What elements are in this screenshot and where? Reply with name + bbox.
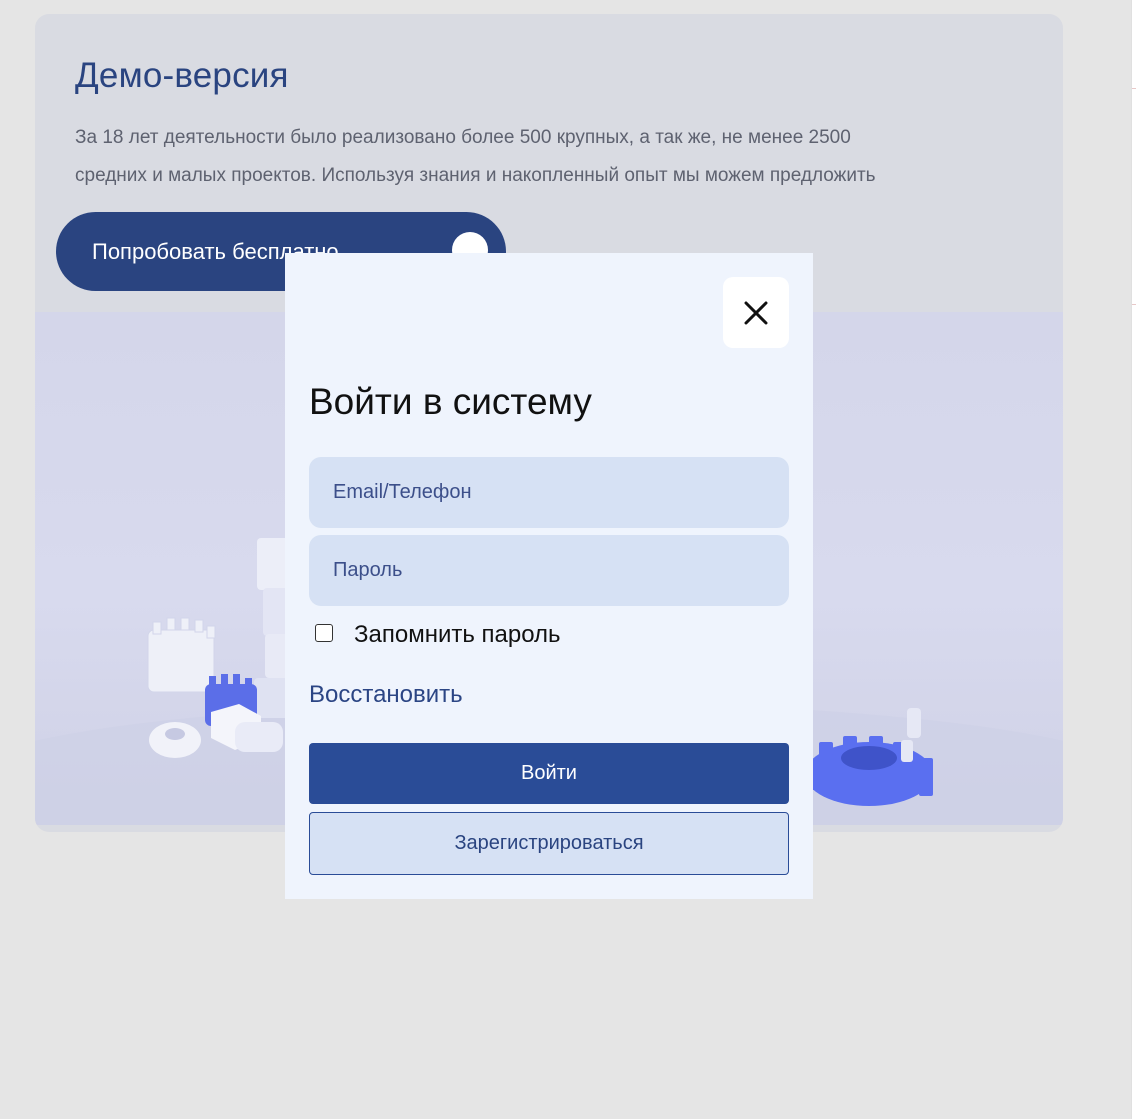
login-button[interactable]: Войти bbox=[309, 743, 789, 804]
restore-password-link[interactable]: Восстановить bbox=[309, 681, 463, 709]
right-edge-strip bbox=[1131, 0, 1136, 1119]
demo-description: За 18 лет деятельности было реализовано … bbox=[75, 127, 876, 186]
login-modal: Войти в систему Запомнить пароль Восстан… bbox=[285, 253, 813, 899]
close-button[interactable] bbox=[723, 277, 789, 348]
close-icon bbox=[744, 301, 768, 325]
email-phone-input[interactable] bbox=[309, 457, 789, 528]
password-input[interactable] bbox=[309, 535, 789, 606]
remember-password-label: Запомнить пароль bbox=[354, 621, 561, 648]
register-button[interactable]: Зарегистрироваться bbox=[309, 812, 789, 875]
edge-mark bbox=[1132, 304, 1136, 305]
demo-title: Демо-версия bbox=[75, 56, 289, 95]
remember-password-row[interactable]: Запомнить пароль bbox=[315, 619, 561, 648]
login-title: Войти в систему bbox=[309, 381, 592, 422]
remember-password-checkbox[interactable] bbox=[315, 624, 333, 642]
edge-mark bbox=[1132, 88, 1136, 89]
